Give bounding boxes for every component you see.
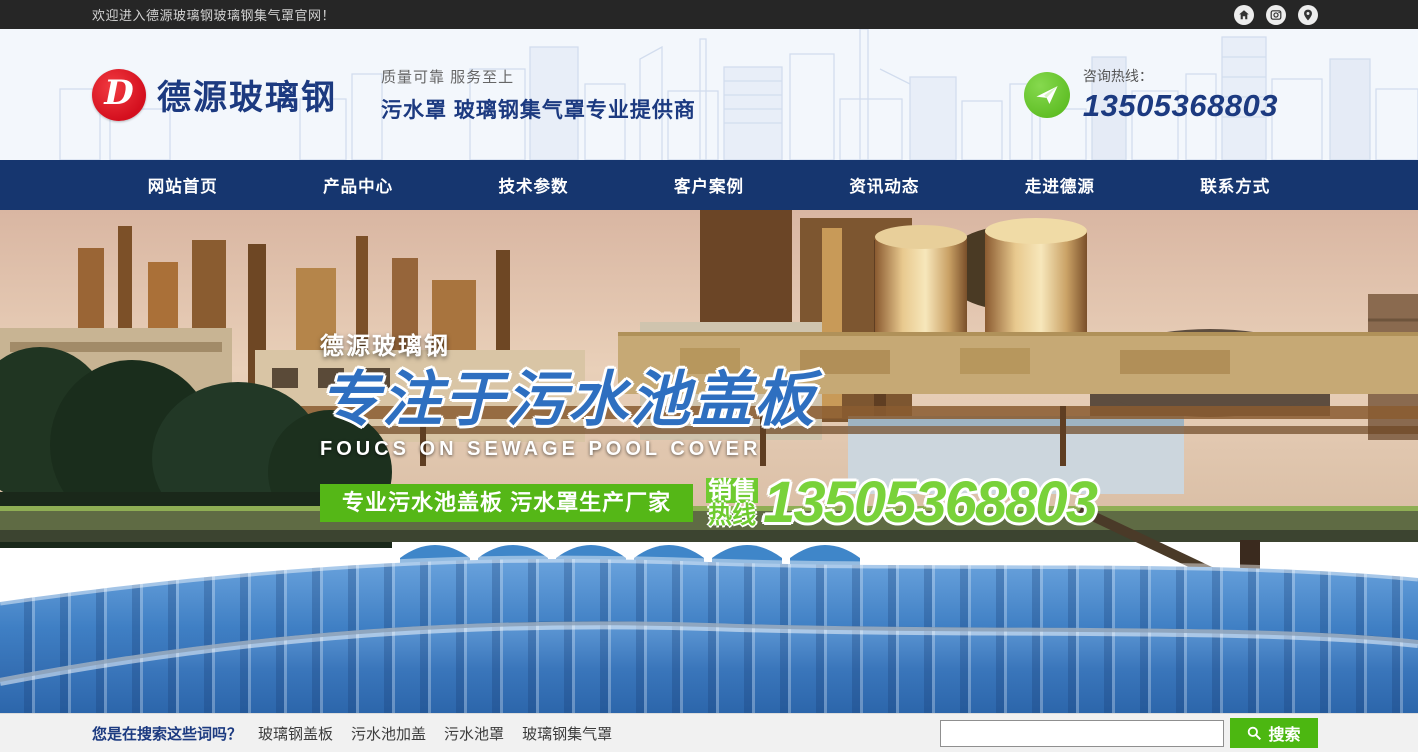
- hotline-label: 咨询热线：: [1083, 66, 1278, 86]
- nav-item-specs[interactable]: 技术参数: [446, 160, 621, 210]
- nav-list: 网站首页 产品中心 技术参数 客户案例 资讯动态 走进德源 联系方式: [95, 160, 1323, 210]
- page: 欢迎进入德源玻璃钢玻璃钢集气罩官网！: [0, 0, 1418, 752]
- nav-link-home[interactable]: 网站首页: [148, 173, 218, 197]
- search-button[interactable]: 搜索: [1230, 718, 1318, 748]
- sales-hotline-label: 销售 热线: [706, 478, 758, 528]
- paper-plane-icon: [1024, 72, 1070, 118]
- main-nav: 网站首页 产品中心 技术参数 客户案例 资讯动态 走进德源 联系方式: [0, 160, 1418, 210]
- hot-keywords: 玻璃钢盖板 污水池加盖 污水池罩 玻璃钢集气罩: [258, 723, 612, 744]
- nav-item-news[interactable]: 资讯动态: [797, 160, 972, 210]
- hero-text-overlay: 德源玻璃钢 专注于污水池盖板 FOUCS ON SEWAGE POOL COVE…: [320, 326, 1096, 532]
- nav-item-products[interactable]: 产品中心: [270, 160, 445, 210]
- nav-item-cases[interactable]: 客户案例: [621, 160, 796, 210]
- keyword-link-1[interactable]: 玻璃钢盖板: [258, 723, 333, 744]
- search-section: 您是在搜索这些词吗？ 玻璃钢盖板 污水池加盖 污水池罩 玻璃钢集气罩 搜索: [0, 713, 1418, 752]
- slogan: 质量可靠 服务至上 污水罩 玻璃钢集气罩专业提供商: [381, 66, 696, 124]
- keyword-link-2[interactable]: 污水池加盖: [351, 723, 426, 744]
- nav-link-contact[interactable]: 联系方式: [1200, 173, 1270, 197]
- topbar: 欢迎进入德源玻璃钢玻璃钢集气罩官网！: [0, 0, 1418, 29]
- logo-monogram: D: [104, 73, 133, 113]
- logo-icon: D: [92, 69, 146, 121]
- nav-link-cases[interactable]: 客户案例: [674, 173, 744, 197]
- hotline-number: 13505368803: [1083, 88, 1278, 124]
- keyword-link-4[interactable]: 玻璃钢集气罩: [522, 723, 612, 744]
- social-links: [1234, 5, 1318, 25]
- keyword-link-3[interactable]: 污水池罩: [444, 723, 504, 744]
- header: D 德源玻璃钢 质量可靠 服务至上 污水罩 玻璃钢集气罩专业提供商 咨询热线： …: [0, 29, 1418, 160]
- slogan-line2: 污水罩 玻璃钢集气罩专业提供商: [381, 94, 696, 124]
- welcome-text: 欢迎进入德源玻璃钢玻璃钢集气罩官网！: [92, 5, 335, 24]
- hero-banner: 德源玻璃钢 专注于污水池盖板 FOUCS ON SEWAGE POOL COVE…: [0, 210, 1418, 713]
- sales-phone-number: 13505368803: [763, 474, 1096, 532]
- search-prompt: 您是在搜索这些词吗？: [92, 723, 242, 744]
- location-pin-icon[interactable]: [1298, 5, 1318, 25]
- home-icon[interactable]: [1234, 5, 1254, 25]
- header-inner: D 德源玻璃钢 质量可靠 服务至上 污水罩 玻璃钢集气罩专业提供商 咨询热线： …: [0, 29, 1418, 160]
- nav-link-products[interactable]: 产品中心: [323, 173, 393, 197]
- search-input[interactable]: [940, 720, 1224, 747]
- hotline: 咨询热线： 13505368803: [1024, 66, 1278, 124]
- slogan-line1: 质量可靠 服务至上: [381, 66, 696, 87]
- nav-item-home[interactable]: 网站首页: [95, 160, 270, 210]
- search-icon: [1247, 726, 1262, 741]
- hotline-text: 咨询热线： 13505368803: [1083, 66, 1278, 124]
- sales-label-bottom: 热线: [706, 503, 758, 528]
- hero-brand: 德源玻璃钢: [320, 326, 1096, 361]
- nav-link-specs[interactable]: 技术参数: [499, 173, 569, 197]
- camera-icon[interactable]: [1266, 5, 1286, 25]
- hero-headline: 专注于污水池盖板: [320, 369, 1096, 430]
- nav-link-news[interactable]: 资讯动态: [849, 173, 919, 197]
- hero-tag-row: 专业污水池盖板 污水罩生产厂家 销售 热线 13505368803: [320, 474, 1096, 532]
- search-button-label: 搜索: [1268, 721, 1300, 745]
- hero-tagline-badge: 专业污水池盖板 污水罩生产厂家: [320, 484, 693, 522]
- nav-item-contact[interactable]: 联系方式: [1148, 160, 1323, 210]
- hero-subheadline: FOUCS ON SEWAGE POOL COVER: [320, 438, 1096, 461]
- search-group: 搜索: [940, 718, 1318, 748]
- nav-item-about[interactable]: 走进德源: [972, 160, 1147, 210]
- logo-name: 德源玻璃钢: [157, 70, 337, 119]
- sales-label-top: 销售: [706, 478, 758, 503]
- logo[interactable]: D 德源玻璃钢: [92, 69, 337, 121]
- nav-link-about[interactable]: 走进德源: [1025, 173, 1095, 197]
